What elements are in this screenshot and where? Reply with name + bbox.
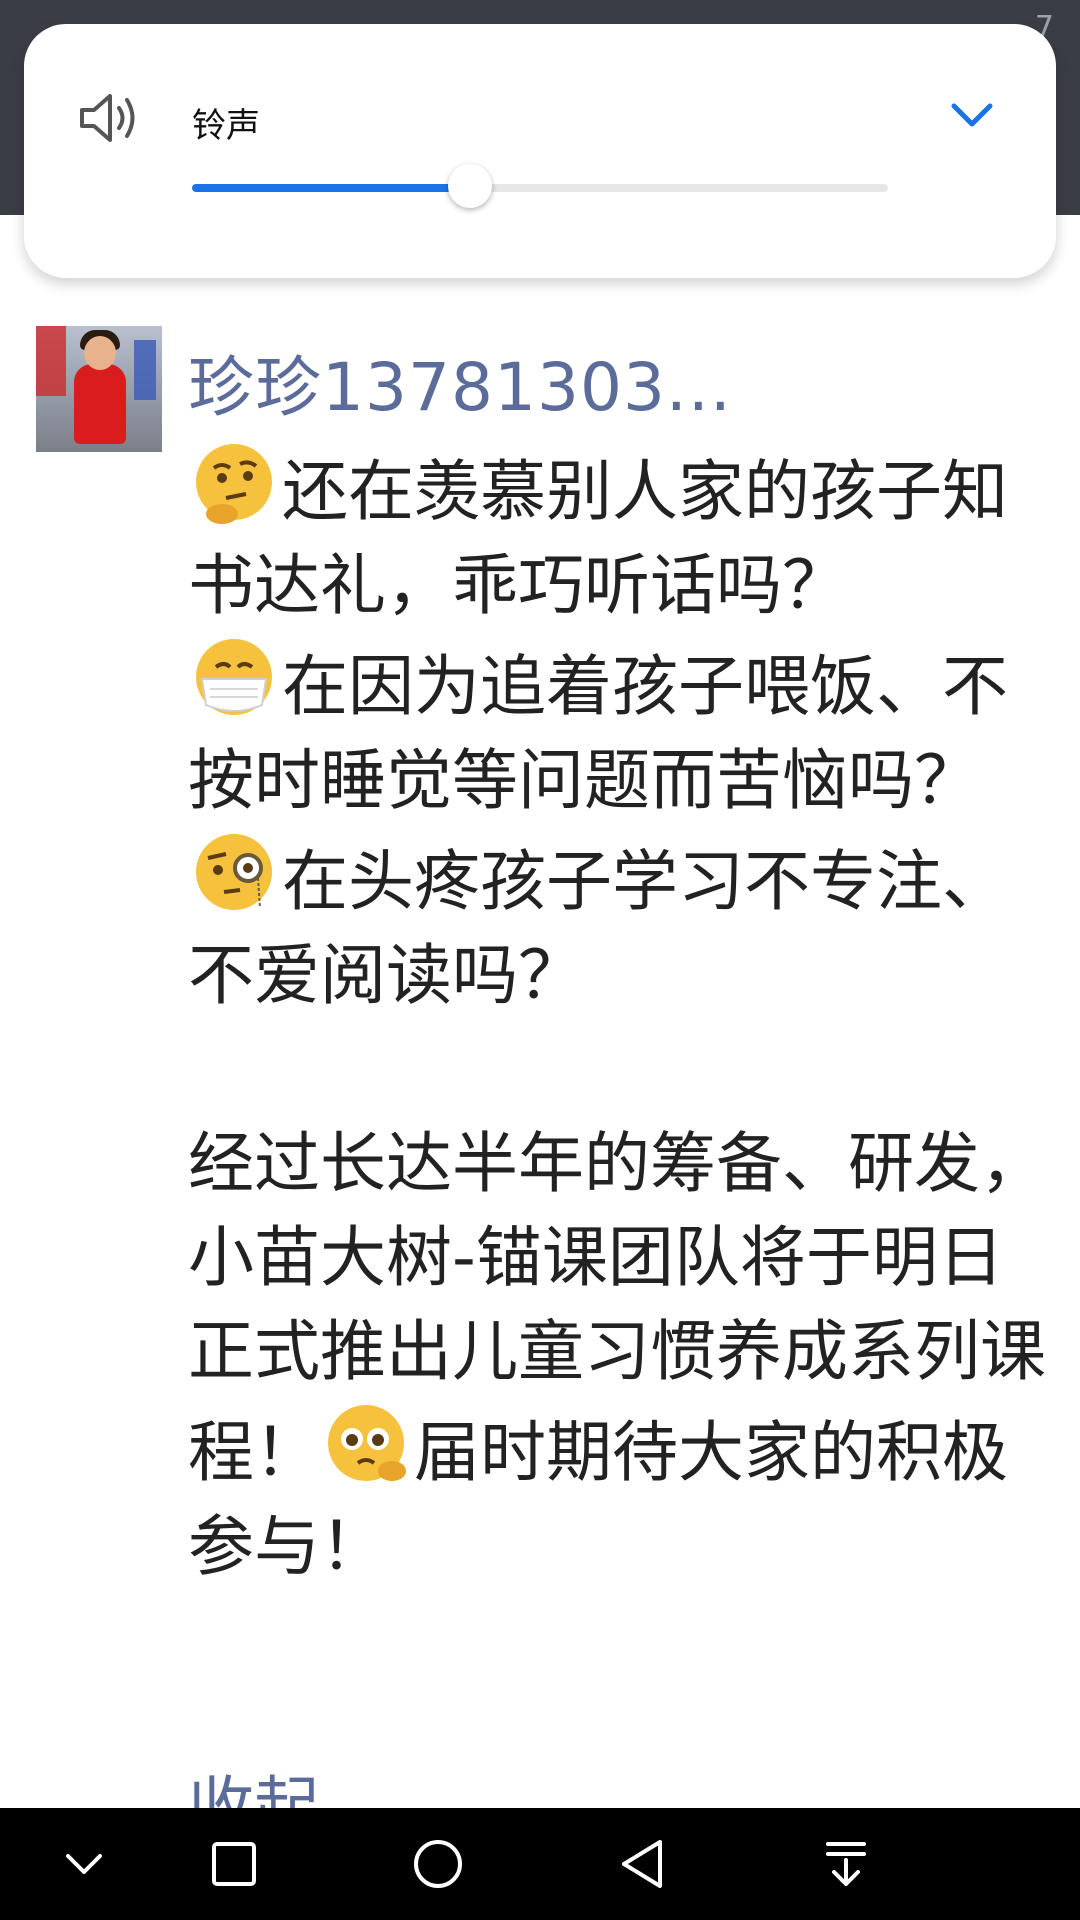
post-text: 在头疼孩子学习不专注、不爱阅读吗？ — [188, 843, 1008, 1014]
avatar[interactable] — [36, 326, 162, 452]
speaker-icon[interactable] — [76, 90, 140, 146]
nav-notification-button[interactable] — [816, 1836, 876, 1892]
username-link[interactable]: 珍珍13781303... — [188, 334, 732, 430]
chevron-down-icon[interactable] — [948, 98, 996, 134]
post-announcement: 经过长达半年的筹备、研发，小苗大树-锚课团队将于明日正式推出儿童习惯养成系列课程… — [188, 1117, 1062, 1594]
post-body: 还在羡慕别人家的孩子知书达礼，乖巧听话吗？ 在因为追着孩子喂饭、不按时睡觉等问题… — [188, 438, 1062, 1594]
volume-slider-thumb[interactable] — [448, 164, 493, 208]
post-paragraph: 在头疼孩子学习不专注、不爱阅读吗？ — [188, 828, 1062, 1023]
post-text: 在因为追着孩子喂饭、不按时睡觉等问题而苦恼吗？ — [188, 648, 1008, 819]
nav-back-button[interactable] — [612, 1836, 672, 1892]
thinking-face-emoji — [196, 444, 272, 524]
volume-slider-fill — [192, 184, 471, 192]
volume-stream-label: 铃声 — [192, 106, 260, 146]
nav-home-button[interactable] — [408, 1836, 468, 1892]
nav-recents-button[interactable] — [204, 1836, 264, 1892]
nav-collapse-button[interactable] — [54, 1836, 114, 1892]
pleading-face-emoji — [328, 1405, 406, 1481]
system-navigation-bar — [0, 1808, 1080, 1920]
post-paragraph: 在因为追着孩子喂饭、不按时睡觉等问题而苦恼吗？ — [188, 633, 1062, 828]
volume-slider[interactable] — [192, 164, 888, 208]
volume-panel: 铃声 — [24, 24, 1056, 278]
post-text: 还在羡慕别人家的孩子知书达礼，乖巧听话吗？ — [188, 453, 1008, 624]
post-paragraph: 还在羡慕别人家的孩子知书达礼，乖巧听话吗？ — [188, 438, 1062, 633]
face-with-mask-emoji — [196, 639, 272, 715]
face-with-monocle-emoji — [196, 834, 272, 910]
